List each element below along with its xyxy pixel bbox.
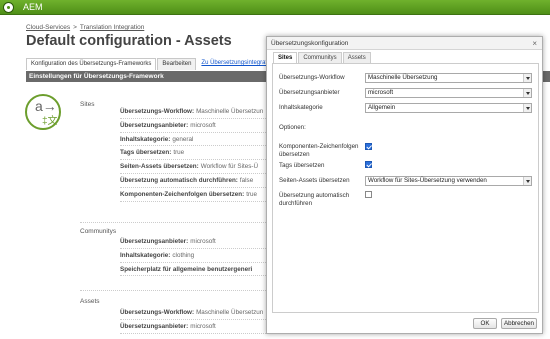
workflow-select-value: Maschinelle Übersetzung — [368, 74, 438, 81]
row-value: Workflow für Sites-Ü — [200, 163, 259, 171]
translation-glyph-bottom: ‡文 — [42, 116, 58, 127]
tags-label: Tags übersetzen — [279, 162, 325, 169]
assets-settings: Übersetzungs-Workflow: Maschinelle Überse… — [120, 306, 280, 334]
row-label: Übersetzungs-Workflow: — [120, 309, 195, 316]
row-label: Übersetzungsanbieter: — [120, 238, 189, 245]
breadcrumb: Cloud-Services > Translation Integration — [26, 24, 144, 31]
breadcrumb-cloud-services[interactable]: Cloud-Services — [26, 24, 70, 31]
provider-select-value: microsoft — [368, 89, 394, 96]
close-icon[interactable]: × — [532, 37, 537, 50]
provider-select[interactable]: microsoft — [365, 88, 532, 98]
row-label: Übersetzungs-Workflow: — [120, 108, 195, 115]
dialog-body: Übersetzungs-Workflow Maschinelle Überse… — [272, 63, 539, 313]
row-value: false — [239, 176, 254, 184]
row-label: Tags übersetzen: — [120, 149, 172, 157]
settings-row: Übersetzungs-Workflow: Maschinelle Überse… — [120, 105, 280, 119]
tags-checkbox[interactable] — [365, 161, 372, 168]
row-value: Maschinelle Übersetzun — [196, 309, 264, 316]
row-label: Übersetzungsanbieter: — [120, 322, 189, 330]
page-tabs: Konfiguration des Übersetzungs-Framework… — [26, 58, 299, 70]
breadcrumb-separator: > — [73, 24, 77, 31]
page-title: Default configuration - Assets — [26, 33, 232, 49]
tab-sites[interactable]: Sites — [273, 52, 298, 63]
page-assets-select-value: Workflow für Sites-Übersetzung verwenden — [368, 177, 487, 184]
translation-config-dialog: Übersetzungskonfiguration × Sites Commun… — [266, 36, 543, 334]
row-label: Übersetzung automatisch durchführen: — [120, 176, 238, 184]
top-bar: AEM — [0, 0, 550, 15]
group-label-assets: Assets — [80, 298, 100, 305]
chevron-down-icon[interactable] — [523, 104, 531, 112]
tab-communities[interactable]: Communitys — [298, 52, 342, 63]
app-title: AEM — [23, 2, 43, 12]
cancel-button[interactable]: Abbrechen — [501, 318, 537, 329]
tab-edit[interactable]: Bearbeiten — [157, 58, 197, 70]
chevron-down-icon[interactable] — [523, 74, 531, 82]
group-label-communities: Communitys — [80, 228, 117, 235]
category-select[interactable]: Allgemein — [365, 103, 532, 113]
breadcrumb-translation-integration[interactable]: Translation Integration — [80, 24, 144, 31]
options-heading: Optionen: — [279, 124, 306, 131]
settings-row: Speicherplatz für allgemeine benutzergen… — [120, 263, 280, 277]
components-label: Komponenten-Zeichenfolgen übersetzen — [279, 143, 359, 158]
settings-row: Komponenten-Zeichenfolgen übersetzen: tru… — [120, 188, 280, 202]
settings-row: Tags übersetzen: true — [120, 146, 280, 161]
tab-framework-config[interactable]: Konfiguration des Übersetzungs-Framework… — [26, 58, 157, 70]
chevron-down-icon[interactable] — [523, 89, 531, 97]
dialog-title-bar[interactable]: Übersetzungskonfiguration × — [267, 37, 542, 50]
auto-translate-label: Übersetzung automatisch durchführen — [279, 192, 350, 207]
settings-row: Übersetzungs-Workflow: Maschinelle Überse… — [120, 306, 280, 320]
settings-row: Übersetzung automatisch durchführen: fals… — [120, 174, 280, 188]
divider — [80, 222, 270, 223]
settings-row: Inhaltskategorie: general — [120, 133, 280, 147]
row-value: Maschinelle Übersetzun — [196, 108, 264, 115]
settings-row: Seiten-Assets übersetzen: Workflow für Si… — [120, 160, 280, 174]
page-assets-label: Seiten-Assets übersetzen — [279, 177, 350, 184]
sites-settings: Übersetzungs-Workflow: Maschinelle Überse… — [120, 105, 280, 202]
row-label: Inhaltskategorie: — [120, 135, 171, 143]
row-value: microsoft — [190, 121, 216, 129]
row-value: true — [246, 190, 258, 198]
chevron-down-icon[interactable] — [523, 177, 531, 185]
settings-row: Übersetzungsanbieter: microsoft — [120, 320, 280, 334]
category-label: Inhaltskategorie — [279, 104, 323, 111]
settings-row: Inhaltskategorie: clothing — [120, 249, 280, 263]
aem-logo-icon[interactable] — [3, 2, 14, 13]
row-value: clothing — [172, 251, 195, 259]
auto-translate-checkbox[interactable] — [365, 191, 372, 198]
settings-row: Übersetzungsanbieter: microsoft — [120, 119, 280, 133]
translation-icon: a→ ‡文 — [25, 94, 61, 130]
provider-label: Übersetzungsanbieter — [279, 89, 340, 96]
row-label: Seiten-Assets übersetzen: — [120, 163, 199, 171]
workflow-label: Übersetzungs-Workflow — [279, 74, 345, 81]
tab-assets[interactable]: Assets — [342, 52, 371, 63]
row-label: Übersetzungsanbieter: — [120, 121, 189, 129]
settings-row: Übersetzungsanbieter: microsoft — [120, 235, 280, 249]
workflow-select[interactable]: Maschinelle Übersetzung — [365, 73, 532, 83]
ok-button[interactable]: OK — [473, 318, 497, 329]
communities-settings: Übersetzungsanbieter: microsoft Inhaltska… — [120, 235, 280, 277]
divider — [80, 290, 270, 291]
group-label-sites: Sites — [80, 101, 95, 108]
row-label: Inhaltskategorie: — [120, 251, 171, 259]
row-value: true — [173, 149, 185, 157]
row-value: general — [172, 135, 194, 143]
row-value: microsoft — [190, 238, 216, 245]
row-label: Komponenten-Zeichenfolgen übersetzen: — [120, 190, 245, 198]
row-label: Speicherplatz für allgemeine benutzergen… — [120, 265, 253, 273]
dialog-footer: OK Abbrechen — [469, 318, 537, 329]
dialog-tabs: Sites Communitys Assets — [273, 52, 372, 63]
dialog-title: Übersetzungskonfiguration — [271, 40, 349, 47]
row-value: microsoft — [190, 322, 216, 330]
components-checkbox[interactable] — [365, 143, 372, 150]
category-select-value: Allgemein — [368, 104, 396, 111]
page-assets-select[interactable]: Workflow für Sites-Übersetzung verwenden — [365, 176, 532, 186]
